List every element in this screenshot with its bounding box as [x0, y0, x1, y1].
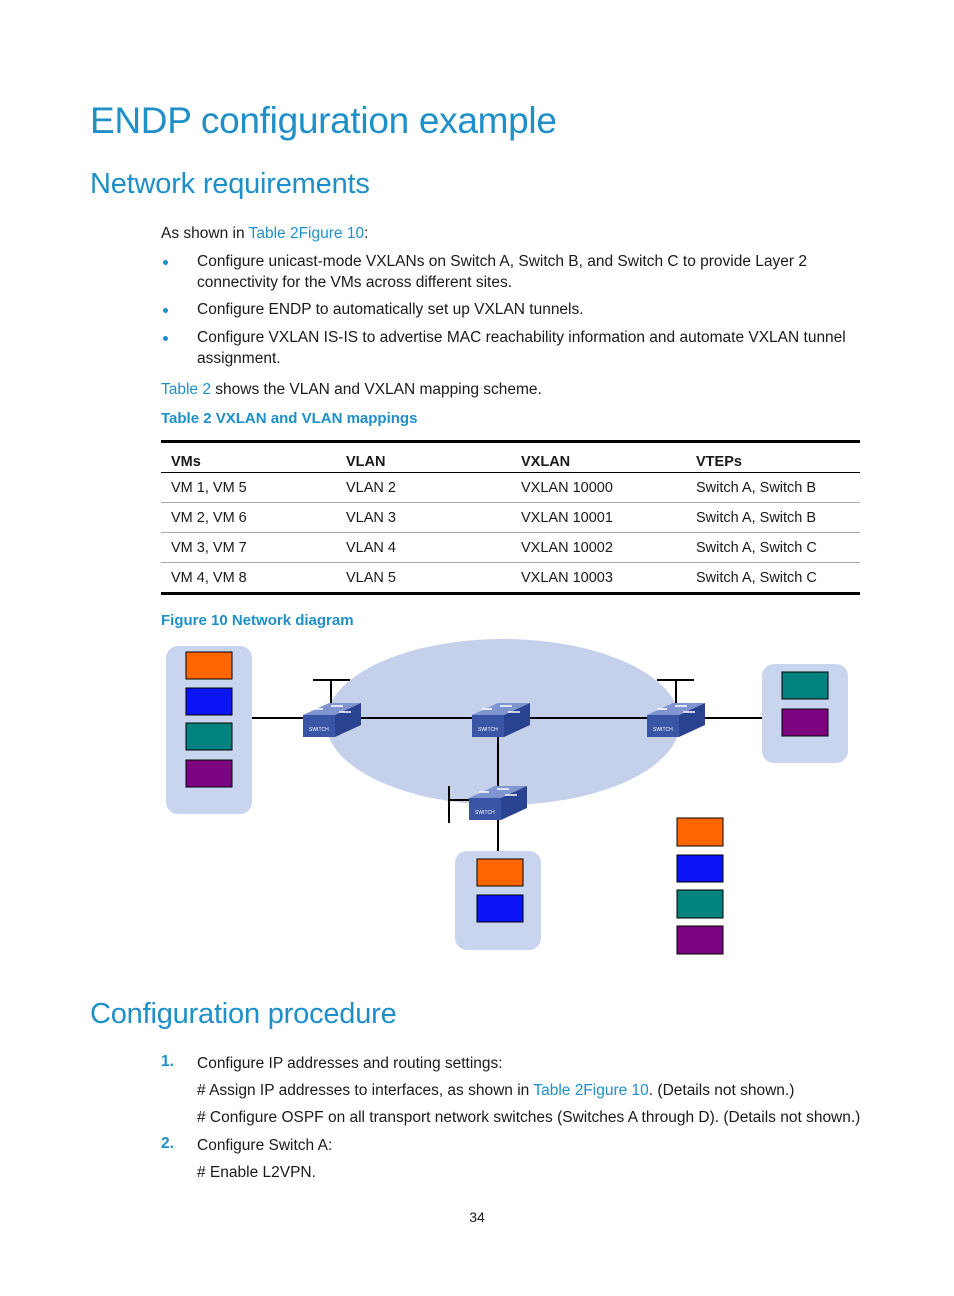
vm-blue	[676, 854, 724, 883]
svg-text:SWITCH: SWITCH	[478, 727, 498, 733]
section-heading-configuration-procedure: Configuration procedure	[90, 998, 397, 1030]
vm-teal	[781, 671, 829, 700]
vm-purple	[185, 759, 233, 788]
step-substep: # Configure OSPF on all transport networ…	[197, 1109, 861, 1126]
vm-purple	[781, 708, 829, 737]
page-number: 34	[469, 1209, 485, 1225]
step-text: Configure Switch A:	[197, 1137, 333, 1154]
svg-text:SWITCH: SWITCH	[475, 810, 495, 816]
vm-orange	[185, 651, 233, 680]
svg-text:SWITCH: SWITCH	[309, 727, 329, 733]
vm-teal	[185, 722, 233, 751]
vm-blue	[476, 894, 524, 923]
vm-orange	[676, 817, 724, 847]
step-substep: # Assign IP addresses to interfaces, as …	[197, 1080, 794, 1101]
substep-prefix: # Assign IP addresses to interfaces, as …	[197, 1082, 534, 1099]
step-number: 1.	[161, 1053, 174, 1070]
svg-text:SWITCH: SWITCH	[653, 727, 673, 733]
table-figure-link[interactable]: Table 2Figure 10	[533, 1082, 648, 1099]
network-diagram: SWITCH SWITCH SWITCH SWITCH	[166, 639, 848, 955]
vm-purple	[676, 925, 724, 955]
substep-suffix: . (Details not shown.)	[648, 1082, 795, 1099]
step-number: 2.	[161, 1135, 174, 1152]
step-substep: # Enable L2VPN.	[197, 1164, 316, 1181]
vm-teal	[676, 889, 724, 919]
vm-orange	[476, 858, 524, 887]
step-text: Configure IP addresses and routing setti…	[197, 1055, 503, 1072]
vm-blue	[185, 687, 233, 716]
